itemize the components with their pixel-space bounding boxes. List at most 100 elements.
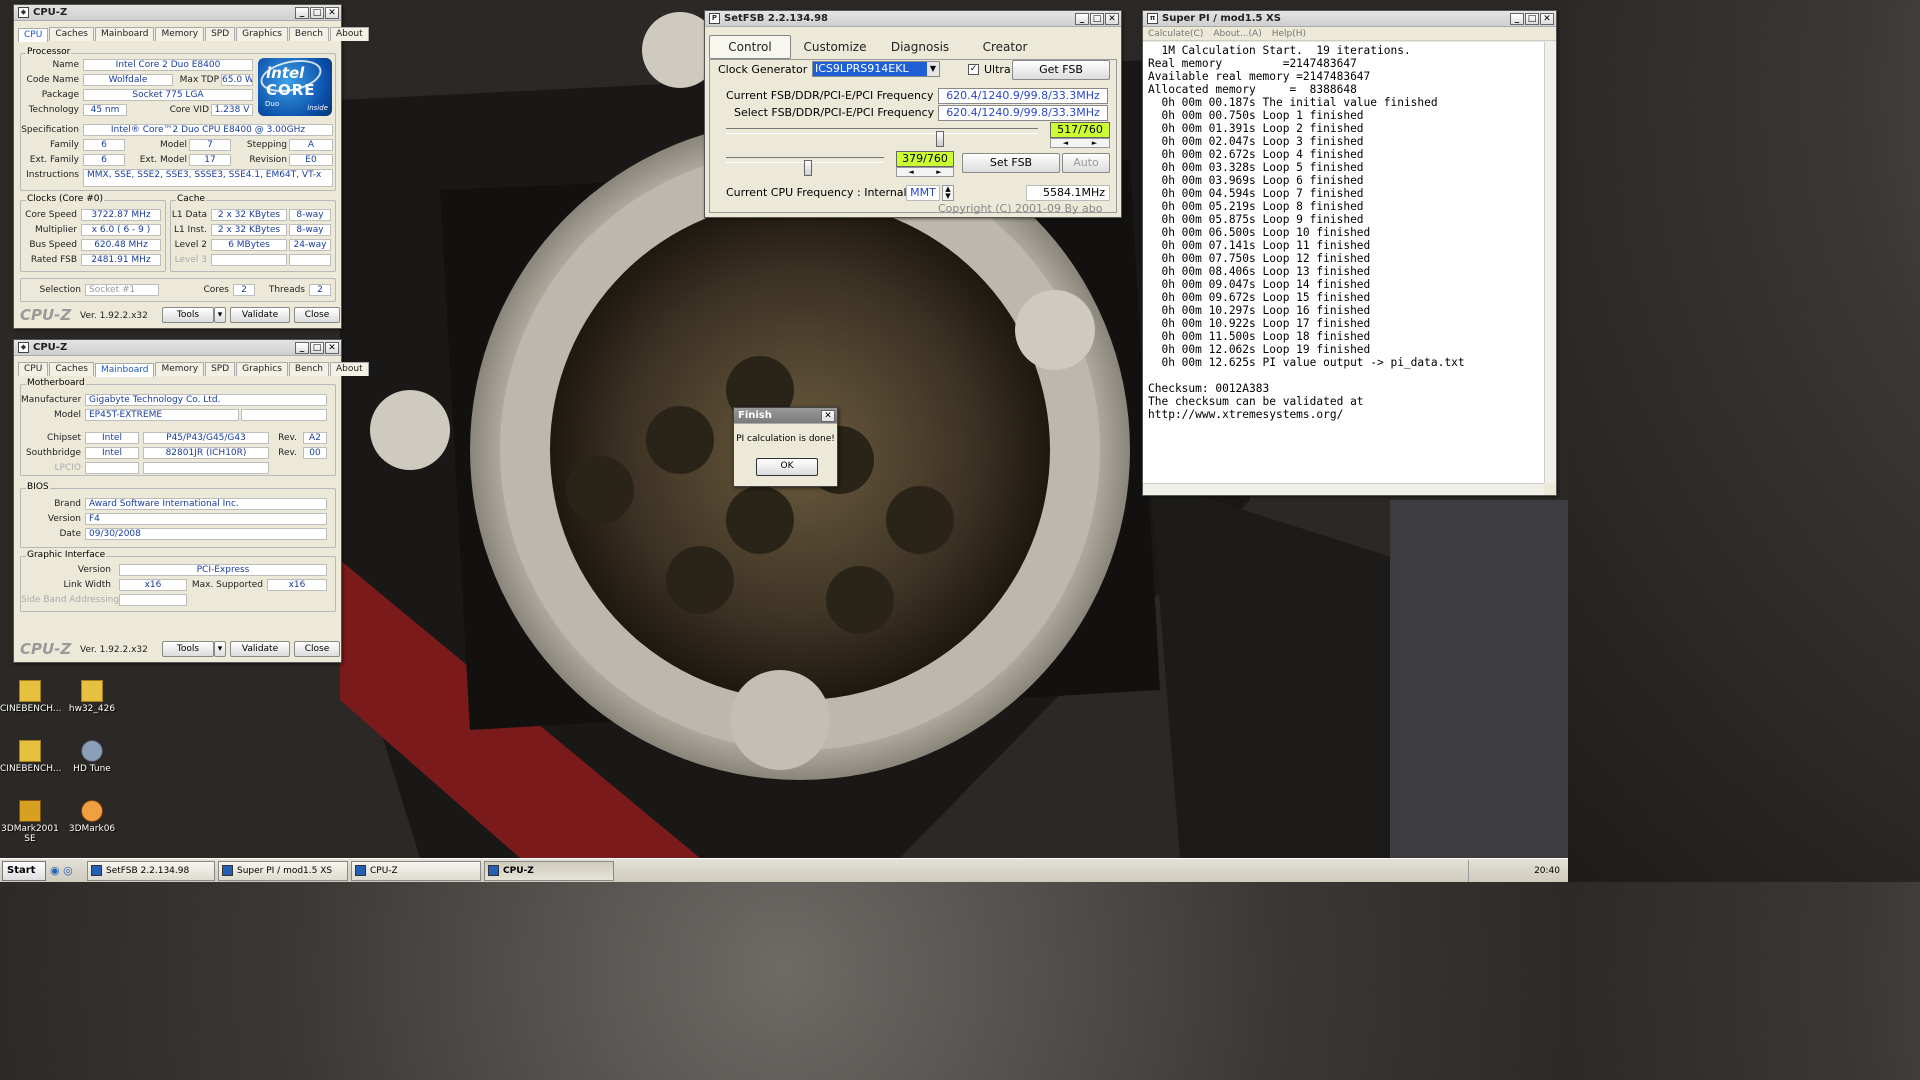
close-button[interactable]: Close <box>294 307 340 323</box>
taskbar-cpuz-2[interactable]: CPU-Z <box>484 860 614 881</box>
get-fsb-button[interactable]: Get FSB <box>1012 60 1110 80</box>
pci-slider-thumb[interactable] <box>804 160 812 176</box>
validate-button[interactable]: Validate <box>230 641 290 657</box>
tools-dropdown-icon[interactable]: ▾ <box>214 641 226 657</box>
tools-button[interactable]: Tools <box>162 307 214 323</box>
cores-value: 2 <box>233 284 255 296</box>
level3-label: Level 3 <box>174 255 207 265</box>
left-arrow-icon[interactable]: ◄ <box>897 168 925 176</box>
socket-select-value: Socket #1 <box>89 285 136 295</box>
minimize-button[interactable]: _ <box>295 6 309 19</box>
desktop-icon-cinebench-2[interactable]: CINEBENCH... <box>0 740 61 774</box>
tab-about[interactable]: About <box>330 362 369 376</box>
minimize-button[interactable]: _ <box>295 341 309 354</box>
southbridge-value: 82801JR (ICH10R) <box>143 447 269 459</box>
tools-button[interactable]: Tools <box>162 641 214 657</box>
menu-help[interactable]: Help(H) <box>1272 27 1306 40</box>
tab-cpu[interactable]: CPU <box>18 28 49 42</box>
clock[interactable]: 20:40 <box>1534 866 1560 876</box>
revision-label: Revision <box>249 155 287 165</box>
right-arrow-icon[interactable]: ► <box>925 168 953 176</box>
ultra-checkbox[interactable]: ✓ <box>968 64 979 75</box>
close-x-button[interactable]: ✕ <box>1540 12 1554 25</box>
set-fsb-button[interactable]: Set FSB <box>962 153 1060 173</box>
title-bar[interactable]: π Super PI / mod1.5 XS _ □ ✕ <box>1143 11 1556 27</box>
minimize-button[interactable]: _ <box>1075 12 1089 25</box>
ok-button[interactable]: OK <box>756 458 818 476</box>
dialog-title-bar[interactable]: Finish ✕ <box>734 408 837 424</box>
fsb-slider[interactable] <box>726 128 1038 134</box>
superpi-output: 1M Calculation Start. 19 iterations. Real… <box>1143 42 1544 483</box>
tab-mainboard[interactable]: Mainboard <box>95 27 155 41</box>
title-bar[interactable]: ◆ CPU-Z _ □ ✕ <box>14 5 341 21</box>
clock-generator-select[interactable]: ICS9LPRS914EKL ▼ <box>812 61 940 77</box>
desktop-icon-hdtune[interactable]: HD Tune <box>62 740 122 774</box>
close-x-button[interactable]: ✕ <box>325 6 339 19</box>
chevron-down-icon[interactable]: ▼ <box>927 62 939 76</box>
socket-select[interactable]: Socket #1 <box>85 284 159 296</box>
tab-about[interactable]: About <box>330 27 369 41</box>
start-button[interactable]: Start <box>2 860 46 881</box>
bios-group: BIOS Brand Award Software International … <box>20 482 336 548</box>
taskbar-superpi[interactable]: Super PI / mod1.5 XS <box>218 860 348 881</box>
vertical-scrollbar[interactable] <box>1544 42 1556 483</box>
tab-bench[interactable]: Bench <box>288 27 329 41</box>
left-arrow-icon[interactable]: ◄ <box>1051 139 1080 147</box>
maximize-button[interactable]: □ <box>1090 12 1104 25</box>
tab-graphics[interactable]: Graphics <box>236 362 288 376</box>
output-line: 0h 00m 06.500s Loop 10 finished <box>1148 226 1371 239</box>
fsb-slider-thumb[interactable] <box>936 131 944 147</box>
close-x-button[interactable]: ✕ <box>325 341 339 354</box>
maximize-button[interactable]: □ <box>1525 12 1539 25</box>
tab-mainboard[interactable]: Mainboard <box>95 363 155 377</box>
desktop-icon-3dmark2001[interactable]: 3DMark2001 SE <box>0 800 60 844</box>
fsb-spinner[interactable]: ◄ ► <box>1050 138 1110 148</box>
taskbar-setfsb[interactable]: SetFSB 2.2.134.98 <box>87 860 215 881</box>
desktop-icon-3dmark06[interactable]: 3DMark06 <box>62 800 122 834</box>
taskbar-cpuz-1[interactable]: CPU-Z <box>351 860 481 881</box>
close-x-button[interactable]: ✕ <box>821 409 835 422</box>
right-arrow-icon[interactable]: ► <box>1080 139 1109 147</box>
desktop-icon-label: 3DMark2001 SE <box>1 824 59 844</box>
horizontal-scrollbar[interactable] <box>1143 483 1544 495</box>
maximize-button[interactable]: □ <box>310 341 324 354</box>
name-label: Name <box>52 60 79 70</box>
tab-bench[interactable]: Bench <box>288 362 329 376</box>
tab-memory[interactable]: Memory <box>155 362 205 376</box>
taskbar-button-label: CPU-Z <box>370 865 398 876</box>
output-line: 0h 00m 03.969s Loop 6 finished <box>1148 174 1364 187</box>
tab-customize[interactable]: Customize <box>794 35 876 59</box>
menu-about[interactable]: About...(A) <box>1213 27 1261 40</box>
desktop-icon-cinebench[interactable]: CINEBENCH... <box>0 680 61 714</box>
maximize-button[interactable]: □ <box>310 6 324 19</box>
l1-inst-assoc: 8-way <box>289 224 331 236</box>
pci-spinner[interactable]: ◄ ► <box>896 167 954 177</box>
cores-label: Cores <box>203 285 229 295</box>
tab-diagnosis[interactable]: Diagnosis <box>879 35 961 59</box>
validate-button[interactable]: Validate <box>230 307 290 323</box>
close-x-button[interactable]: ✕ <box>1105 12 1119 25</box>
tab-memory[interactable]: Memory <box>155 27 205 41</box>
tab-spd[interactable]: SPD <box>205 27 236 41</box>
desktop-icon-hw32[interactable]: hw32_426 <box>62 680 122 714</box>
minimize-button[interactable]: _ <box>1510 12 1524 25</box>
output-line: 0h 00m 01.391s Loop 2 finished <box>1148 122 1364 135</box>
menu-calculate[interactable]: Calculate(C) <box>1148 27 1203 40</box>
mmt-spinner[interactable]: ▲ ▼ <box>942 185 954 201</box>
l1-data-assoc: 8-way <box>289 209 331 221</box>
tab-caches[interactable]: Caches <box>49 27 94 41</box>
close-button[interactable]: Close <box>294 641 340 657</box>
tab-control[interactable]: Control <box>709 35 791 59</box>
tab-spd[interactable]: SPD <box>205 362 236 376</box>
tab-graphics[interactable]: Graphics <box>236 27 288 41</box>
tools-dropdown-icon[interactable]: ▾ <box>214 307 226 323</box>
auto-button[interactable]: Auto <box>1062 153 1110 173</box>
tab-creator[interactable]: Creator <box>964 35 1046 59</box>
title-bar[interactable]: ◆ CPU-Z _ □ ✕ <box>14 340 341 356</box>
title-bar[interactable]: P SetFSB 2.2.134.98 _ □ ✕ <box>705 11 1121 27</box>
tab-caches[interactable]: Caches <box>49 362 94 376</box>
quick-launch[interactable]: ◉ ◎ <box>50 864 84 877</box>
output-line: 0h 00m 03.328s Loop 5 finished <box>1148 161 1364 174</box>
tab-cpu[interactable]: CPU <box>18 362 49 376</box>
